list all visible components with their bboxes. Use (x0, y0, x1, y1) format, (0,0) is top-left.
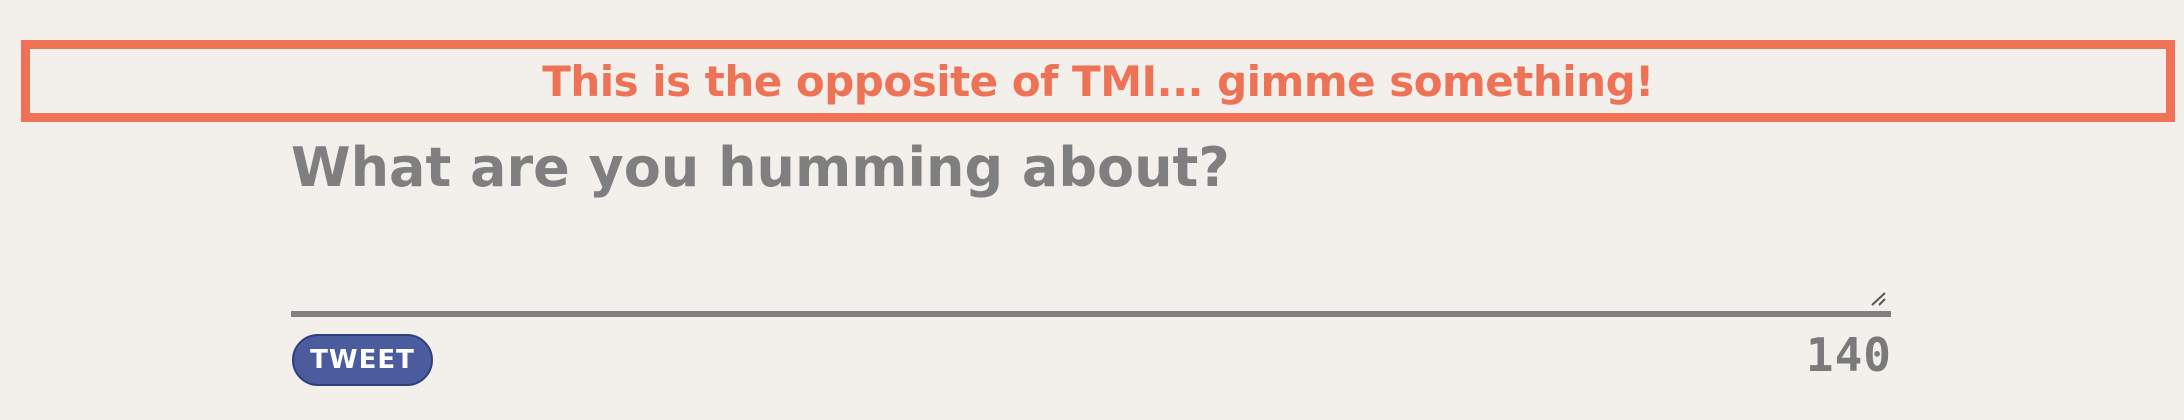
tweet-input[interactable] (291, 132, 1891, 311)
error-banner: This is the opposite of TMI... gimme som… (21, 40, 2175, 122)
tweet-button[interactable]: TWEET (292, 334, 433, 386)
character-counter: 140 (1805, 328, 1892, 382)
resize-handle-icon[interactable] (1868, 290, 1888, 308)
compose-area (291, 132, 1891, 317)
error-message: This is the opposite of TMI... gimme som… (542, 56, 1654, 106)
